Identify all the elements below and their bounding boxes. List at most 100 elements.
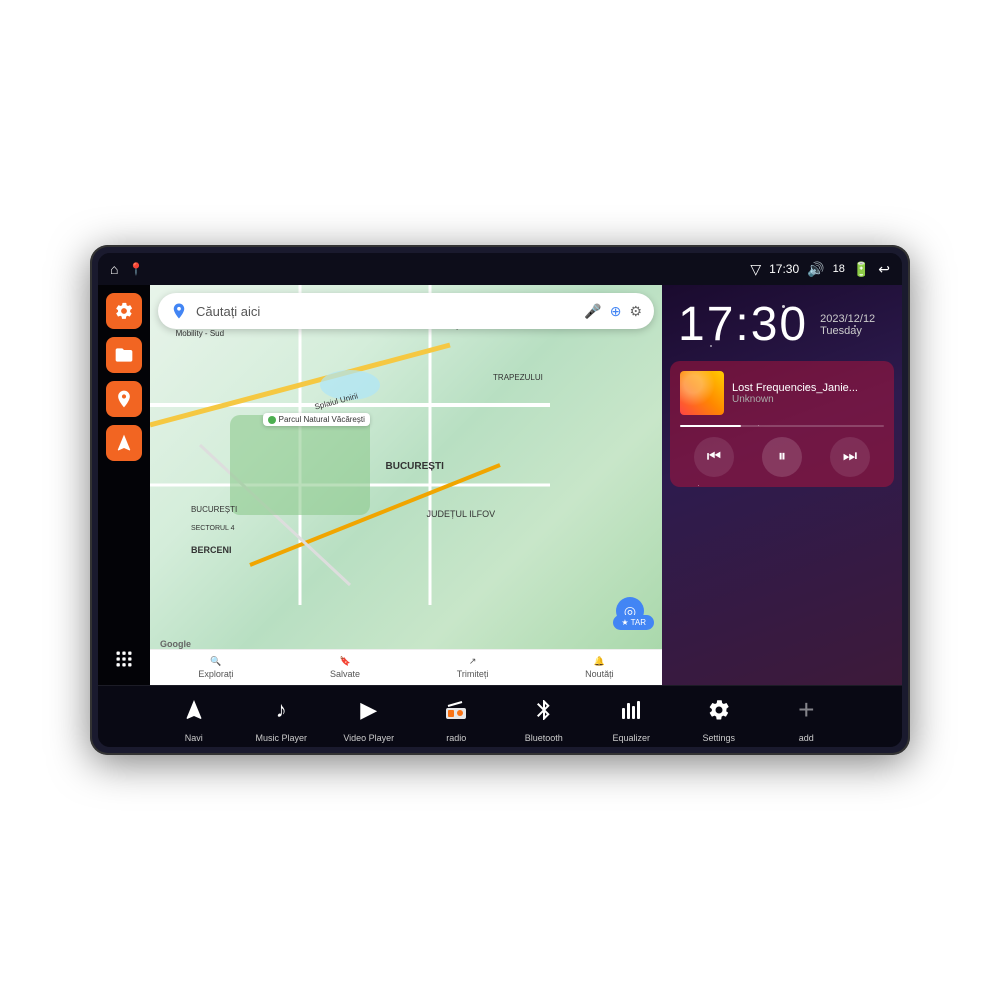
sidebar-nav-button[interactable] [106, 425, 142, 461]
parcul-pin[interactable]: Parcul Natural Văcărești [263, 413, 370, 426]
home-icon[interactable]: ⌂ [110, 261, 118, 277]
clock-day: Tuesday [820, 325, 875, 337]
pause-button[interactable]: ⏸ [762, 437, 802, 477]
app-music[interactable]: ♪ Music Player [238, 690, 326, 743]
sidebar-files-button[interactable] [106, 337, 142, 373]
map-search-bar[interactable]: Căutați aici 🎤 ⊕ ⚙ [158, 293, 654, 329]
star-4 [854, 325, 856, 327]
app-bluetooth[interactable]: Bluetooth [500, 690, 588, 743]
add-icon-wrapper: + [786, 690, 826, 730]
map-nav-send[interactable]: ↗ Trimiteți [457, 656, 489, 679]
map-label-sector4: BUCUREȘTI [191, 505, 237, 514]
navi-label: Navi [185, 733, 203, 743]
app-settings[interactable]: Settings [675, 690, 763, 743]
map-container[interactable]: AXIS Premium Mobility - Sud Pizza & Bake… [150, 285, 662, 685]
music-icon-wrapper: ♪ [261, 690, 301, 730]
star-2 [806, 385, 808, 387]
app-grid: Navi ♪ Music Player ▶ Video Player [150, 690, 850, 743]
mic-icon[interactable]: 🎤 [584, 303, 601, 320]
add-label: add [799, 733, 814, 743]
next-button[interactable]: ⏭ [830, 437, 870, 477]
saved-label: Salvate [330, 669, 360, 679]
album-art [680, 371, 724, 415]
map-background: AXIS Premium Mobility - Sud Pizza & Bake… [150, 285, 662, 685]
music-player: Lost Frequencies_Janie... Unknown ⏮ ⏸ ⏭ [670, 361, 894, 487]
send-icon: ↗ [469, 656, 477, 667]
explore-label: Explorați [198, 669, 233, 679]
volume-icon: 🔊 [807, 261, 824, 278]
app-navi[interactable]: Navi [150, 690, 238, 743]
wifi-icon: ▽ [750, 261, 761, 278]
google-maps-icon [170, 302, 188, 320]
center-area: AXIS Premium Mobility - Sud Pizza & Bake… [150, 285, 662, 685]
app-add[interactable]: + add [763, 690, 851, 743]
search-map-icon[interactable]: ⊕ [610, 303, 622, 320]
equalizer-icon-wrapper [611, 690, 651, 730]
map-nav-news[interactable]: 🔔 Noutăți [585, 656, 614, 679]
bluetooth-icon [532, 698, 556, 722]
sidebar-maps-button[interactable] [106, 381, 142, 417]
news-label: Noutăți [585, 669, 614, 679]
explore-icon: 🔍 [210, 656, 221, 667]
clock-section: 17:30 2023/12/12 Tuesday [662, 285, 902, 361]
map-nav-saved[interactable]: 🔖 Salvate [330, 656, 360, 679]
clock-date: 2023/12/12 Tuesday [820, 313, 875, 337]
music-label: Music Player [255, 733, 307, 743]
map-label-axis2: Mobility - Sud [176, 329, 224, 338]
video-icon-wrapper: ▶ [349, 690, 389, 730]
map-roads [150, 285, 662, 685]
bottom-app-bar: Navi ♪ Music Player ▶ Video Player [98, 685, 902, 747]
battery-icon: 🔋 [853, 261, 870, 278]
bluetooth-icon-wrapper [524, 690, 564, 730]
clock-time: 17:30 [678, 301, 808, 349]
music-text: Lost Frequencies_Janie... Unknown [732, 382, 884, 405]
send-label: Trimiteți [457, 669, 489, 679]
progress-fill [680, 425, 741, 427]
radio-label: radio [446, 733, 466, 743]
settings-icon-wrapper [699, 690, 739, 730]
back-icon[interactable]: ↩ [878, 261, 890, 278]
status-bar: ⌂ 📍 ▽ 17:30 🔊 18 🔋 ↩ [98, 253, 902, 285]
saved-icon: 🔖 [339, 656, 350, 667]
app-video[interactable]: ▶ Video Player [325, 690, 413, 743]
settings-map-icon[interactable]: ⚙ [629, 303, 642, 320]
map-search-overlay: Căutați aici 🎤 ⊕ ⚙ [158, 293, 654, 329]
map-label-trapez: TRAPEZULUI [493, 373, 543, 382]
music-icon: ♪ [276, 697, 287, 723]
navi-icon [182, 698, 206, 722]
map-nav-explore[interactable]: 🔍 Explorați [198, 656, 233, 679]
status-right: ▽ 17:30 🔊 18 🔋 ↩ [750, 261, 890, 278]
star-button[interactable]: ★ TAR [613, 615, 654, 630]
star-6 [782, 305, 785, 308]
right-panel: 17:30 2023/12/12 Tuesday [662, 285, 902, 685]
settings-icon [707, 698, 731, 722]
map-label-buc: BUCUREȘTI [386, 461, 444, 472]
equalizer-label: Equalizer [612, 733, 650, 743]
app-equalizer[interactable]: Equalizer [588, 690, 676, 743]
sidebar-apps-button[interactable] [106, 641, 142, 677]
main-content: AXIS Premium Mobility - Sud Pizza & Bake… [98, 285, 902, 685]
star-1 [710, 345, 712, 347]
music-controls: ⏮ ⏸ ⏭ [680, 437, 884, 477]
sidebar-settings-button[interactable] [106, 293, 142, 329]
map-label-sector4b: SECTORUL 4 [191, 525, 235, 532]
battery-level: 18 [833, 263, 845, 275]
video-label: Video Player [343, 733, 394, 743]
clock-date-text: 2023/12/12 [820, 313, 875, 325]
map-search-text: Căutați aici [196, 304, 576, 319]
add-icon: + [798, 696, 814, 724]
google-logo: Google [160, 639, 191, 649]
progress-bar[interactable] [680, 425, 884, 427]
prev-button[interactable]: ⏮ [694, 437, 734, 477]
music-artist: Unknown [732, 394, 884, 405]
status-left: ⌂ 📍 [110, 261, 143, 277]
star-5 [698, 485, 699, 486]
app-radio[interactable]: radio [413, 690, 501, 743]
news-icon: 🔔 [594, 656, 605, 667]
map-label-berceni: BERCENI [191, 545, 232, 555]
location-icon[interactable]: 📍 [128, 262, 143, 276]
status-time: 17:30 [769, 262, 799, 276]
radio-icon [444, 698, 468, 722]
map-label-ilfov: JUDEȚUL ILFOV [426, 509, 495, 519]
video-icon: ▶ [360, 697, 377, 723]
